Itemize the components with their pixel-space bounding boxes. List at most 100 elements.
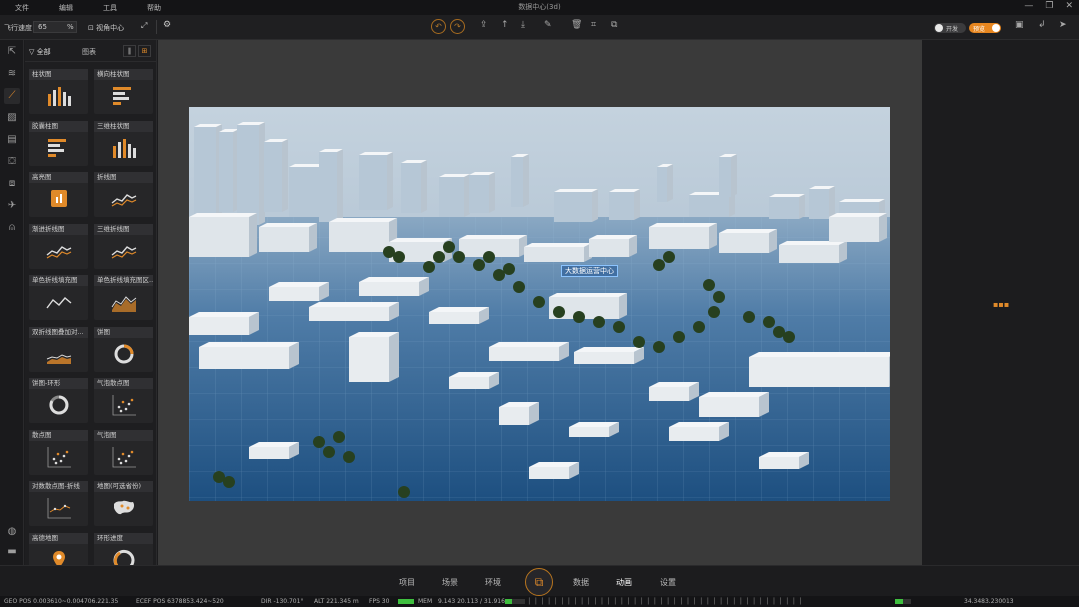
arrow-up-icon[interactable]: ↑	[501, 20, 509, 30]
city-scene[interactable]: 大数据运营中心	[189, 107, 890, 501]
building	[657, 164, 673, 202]
menu-help[interactable]: 帮助	[132, 3, 176, 13]
chart-thumbnail-icon	[111, 136, 137, 160]
chart-thumbnail-icon	[46, 187, 72, 211]
menu-file[interactable]: 文件	[0, 3, 44, 13]
tree	[593, 316, 605, 328]
nav-environment[interactable]: 环境	[485, 577, 501, 588]
scene-viewport[interactable]: 大数据运营中心	[158, 40, 922, 565]
chart-card[interactable]: 横向柱状图	[94, 69, 153, 114]
download-icon[interactable]: ⤓	[521, 20, 525, 30]
building	[769, 194, 805, 219]
chart-card[interactable]: 单色折线填充图区...	[94, 275, 153, 320]
bottom-navigation: 项目 场景 环境 ⧉ 数据 动画 设置	[0, 565, 1079, 596]
building	[237, 122, 265, 225]
undo-icon[interactable]: ↶	[431, 19, 446, 34]
send-icon[interactable]: ➤	[1059, 20, 1067, 30]
chart-card-title: 气泡图	[94, 429, 153, 441]
chart-card-title: 地图(可选省份)	[94, 481, 153, 492]
table-icon[interactable]: ▤	[4, 132, 20, 148]
scene-label[interactable]: 大数据运营中心	[561, 265, 618, 277]
tab-chart[interactable]: 图表	[82, 47, 96, 57]
minimize-icon[interactable]: —	[1024, 1, 1033, 11]
tree	[393, 251, 405, 263]
expand-icon[interactable]: ⤢	[141, 21, 147, 31]
chart-card-title: 柱状图	[29, 69, 88, 80]
tree	[483, 251, 495, 263]
book-icon[interactable]: ⧉	[525, 568, 553, 596]
delete-icon[interactable]: 🗑	[571, 20, 582, 30]
nav-animation[interactable]: 动画	[616, 577, 632, 588]
chart-icon[interactable]: ⟋	[4, 88, 20, 104]
list-view-icon[interactable]: ∥	[123, 45, 136, 57]
upload-icon[interactable]: ⇪	[480, 20, 488, 30]
building	[269, 282, 329, 301]
preview-toggle[interactable]: 预览	[969, 23, 1001, 33]
chart-card[interactable]: 高亮图	[29, 172, 88, 217]
speed-unit: %	[67, 23, 74, 31]
tab-all[interactable]: ▽ 全部	[29, 47, 51, 57]
chart-card[interactable]: 环形进度	[94, 532, 153, 565]
chart-card[interactable]: 渐进折线图	[29, 223, 88, 269]
chart-card-title: 渐进折线图	[29, 223, 88, 235]
image-icon[interactable]: ▨	[4, 110, 20, 126]
chart-card[interactable]: 饼图	[94, 326, 153, 372]
map-icon[interactable]: ⛋	[4, 154, 20, 170]
chart-card[interactable]: 双折线图叠加对...	[29, 326, 88, 372]
tree	[533, 296, 545, 308]
globe-icon[interactable]: ◍	[4, 524, 20, 540]
app-window: 文件 编辑 工具 帮助 数据中心(3d) — ❐ ✕ 飞行速度 % ⊡ 视角中心…	[0, 0, 1079, 607]
layers-icon[interactable]: ≋	[4, 66, 20, 82]
chart-card[interactable]: 地图(可选省份)	[94, 481, 153, 526]
tree	[703, 279, 715, 291]
redo-icon[interactable]: ↷	[450, 19, 465, 34]
chart-thumbnail-icon	[46, 136, 72, 160]
user-icon[interactable]: ⍝	[4, 220, 20, 236]
crop-icon[interactable]: ⌗	[591, 20, 596, 30]
tree	[473, 259, 485, 271]
building	[429, 307, 489, 324]
folder-icon[interactable]: ▬	[4, 544, 20, 560]
chart-card[interactable]: 折线图	[94, 172, 153, 217]
chart-card[interactable]: 三维柱状图	[94, 120, 153, 166]
nav-data[interactable]: 数据	[573, 577, 589, 588]
building	[359, 152, 393, 210]
chart-card[interactable]: 散点图	[29, 429, 88, 475]
chart-card[interactable]: 气泡散点图	[94, 378, 153, 423]
chart-card[interactable]: 胶囊柱图	[29, 120, 88, 166]
dev-toggle[interactable]: 开发	[934, 23, 966, 33]
nav-project[interactable]: 项目	[399, 577, 415, 588]
plane-icon[interactable]: ✈	[4, 198, 20, 214]
widget-icon[interactable]: ⧈	[4, 176, 20, 192]
chart-card[interactable]: 高德地图	[29, 532, 88, 565]
tree	[763, 316, 775, 328]
gear-icon[interactable]: ⚙	[163, 20, 171, 30]
corner-icon[interactable]: ↲	[1038, 20, 1046, 30]
menu-tools[interactable]: 工具	[88, 3, 132, 13]
close-icon[interactable]: ✕	[1065, 1, 1073, 11]
menu-edit[interactable]: 编辑	[44, 3, 88, 13]
chart-thumbnail-icon	[111, 342, 137, 366]
chart-card[interactable]: 饼图-环形	[29, 378, 88, 423]
nav-scene[interactable]: 场景	[442, 577, 458, 588]
building	[489, 342, 569, 361]
chart-card[interactable]: 单色折线填充图	[29, 275, 88, 320]
mem-bar	[505, 599, 525, 604]
nav-settings[interactable]: 设置	[660, 577, 676, 588]
export-icon[interactable]: ⇱	[4, 44, 20, 60]
collapse-handle-icon[interactable]: ▪▪▪	[993, 300, 1009, 309]
chart-card[interactable]: 对数散点图-折线	[29, 481, 88, 526]
chart-thumbnail-icon	[46, 342, 72, 366]
grid-view-icon[interactable]: ⊞	[138, 45, 151, 57]
tree	[313, 436, 325, 448]
chart-card[interactable]: 三维折线图	[94, 223, 153, 269]
chart-card[interactable]: 气泡图	[94, 429, 153, 475]
view-center-button[interactable]: ⊡ 视角中心	[88, 23, 124, 33]
edit-icon[interactable]: ✎	[544, 20, 552, 30]
chart-card[interactable]: 柱状图	[29, 69, 88, 114]
tree	[693, 321, 705, 333]
tree	[633, 336, 645, 348]
maximize-icon[interactable]: ❐	[1045, 1, 1053, 11]
layers-icon[interactable]: ⧉	[611, 20, 617, 30]
save-icon[interactable]: ▣	[1015, 20, 1024, 30]
